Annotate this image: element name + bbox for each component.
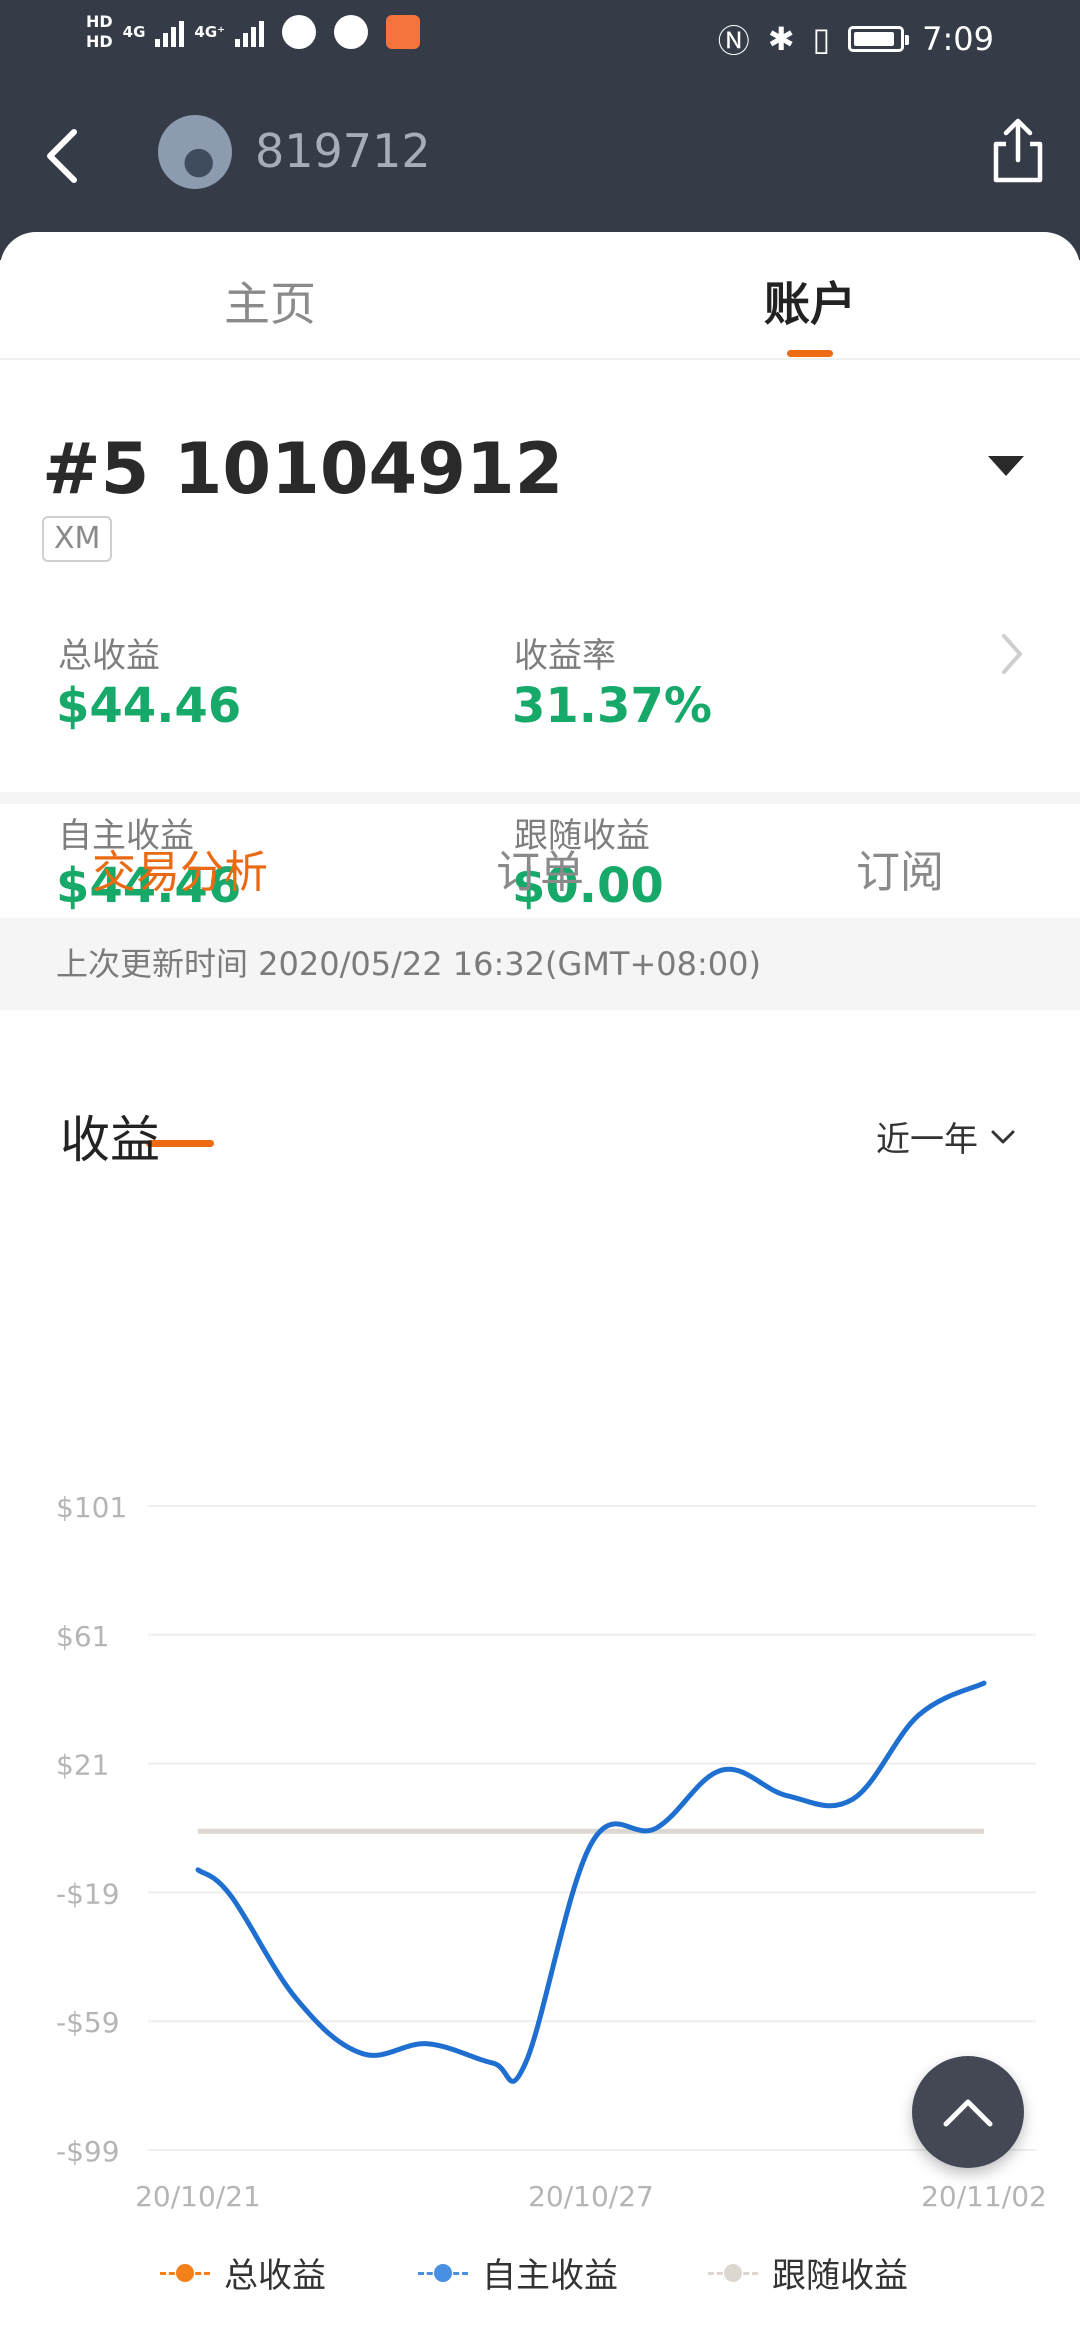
chevron-up-icon (943, 2099, 993, 2127)
range-select-label: 近一年 (876, 1120, 978, 1160)
stat-rate-value: 31.37% (512, 678, 712, 734)
network-type-1: 4G (122, 23, 146, 41)
signal-icon-2 (235, 17, 265, 47)
hd-indicator: HD HD (86, 12, 113, 51)
avatar[interactable] (158, 115, 232, 189)
vibrate-icon: ▯ (812, 20, 831, 58)
battery-icon (848, 26, 910, 52)
legend-item-self[interactable]: 自主收益 (418, 2248, 618, 2297)
tab-home[interactable]: 主页 (120, 268, 420, 334)
broker-badge: XM (42, 516, 113, 562)
legend-marker-follow (708, 2263, 758, 2283)
legend-item-total[interactable]: 总收益 (160, 2248, 326, 2297)
nfc-icon: Ⓝ (717, 22, 750, 60)
page-title: 819712 (255, 124, 431, 178)
legend-marker-total (160, 2263, 210, 2283)
section-divider (0, 792, 1080, 804)
legend-label-self: 自主收益 (482, 2256, 618, 2296)
chevron-down-icon (991, 1130, 1015, 1143)
stat-total-value: $44.46 (56, 678, 242, 734)
share-icon[interactable] (986, 116, 1050, 186)
wechat-icon (282, 15, 317, 49)
top-bar: HD HD 4G 4G⁺ Ⓝ ✱ ▯ 7:09 819712 (0, 0, 1080, 260)
tab-account[interactable]: 账户 (660, 268, 960, 334)
legend-label-total: 总收益 (224, 2256, 326, 2296)
tab-active-indicator (787, 350, 833, 357)
nav-bar: 819712 (0, 110, 1080, 200)
legend-label-follow: 跟随收益 (772, 2256, 908, 2296)
status-left: HD HD 4G 4G⁺ (86, 12, 421, 52)
range-select[interactable]: 近一年 (876, 1112, 1016, 1161)
account-title: #5 10104912 (42, 428, 564, 510)
status-bar: HD HD 4G 4G⁺ Ⓝ ✱ ▯ 7:09 (0, 0, 1080, 80)
app-notification-icon (386, 15, 421, 49)
tab-subscriptions[interactable]: 订阅 (750, 836, 1050, 900)
scroll-to-top-button[interactable] (912, 2056, 1024, 2168)
clock: 7:09 (922, 20, 994, 58)
network-type-2: 4G⁺ (194, 23, 226, 41)
stat-total-label: 总收益 (58, 636, 160, 676)
notification-app-icon (334, 15, 369, 49)
legend-item-follow[interactable]: 跟随收益 (708, 2248, 908, 2297)
chart-legend: 总收益 自主收益 跟随收益 (0, 2248, 1080, 2308)
stat-rate-label: 收益率 (514, 636, 616, 676)
last-update-text: 上次更新时间 2020/05/22 16:32(GMT+08:00) (0, 918, 1080, 1010)
tab-orders[interactable]: 订单 (390, 836, 690, 900)
tab-trade-analysis[interactable]: 交易分析 (30, 836, 330, 900)
back-arrow-icon[interactable] (38, 126, 94, 186)
chart-title: 收益 (60, 1111, 160, 1169)
chevron-right-icon[interactable] (998, 632, 1026, 676)
main-tabs: 主页 账户 (0, 232, 1080, 360)
status-right: Ⓝ ✱ ▯ 7:09 (718, 16, 994, 62)
legend-marker-self (418, 2263, 468, 2283)
signal-icon (155, 17, 185, 47)
bluetooth-icon: ✱ (767, 20, 795, 58)
content-sheet: 主页 账户 #5 10104912 XM 总收益 $44.46 收益率 31.3… (0, 232, 1080, 2340)
account-dropdown-icon[interactable] (988, 456, 1024, 476)
